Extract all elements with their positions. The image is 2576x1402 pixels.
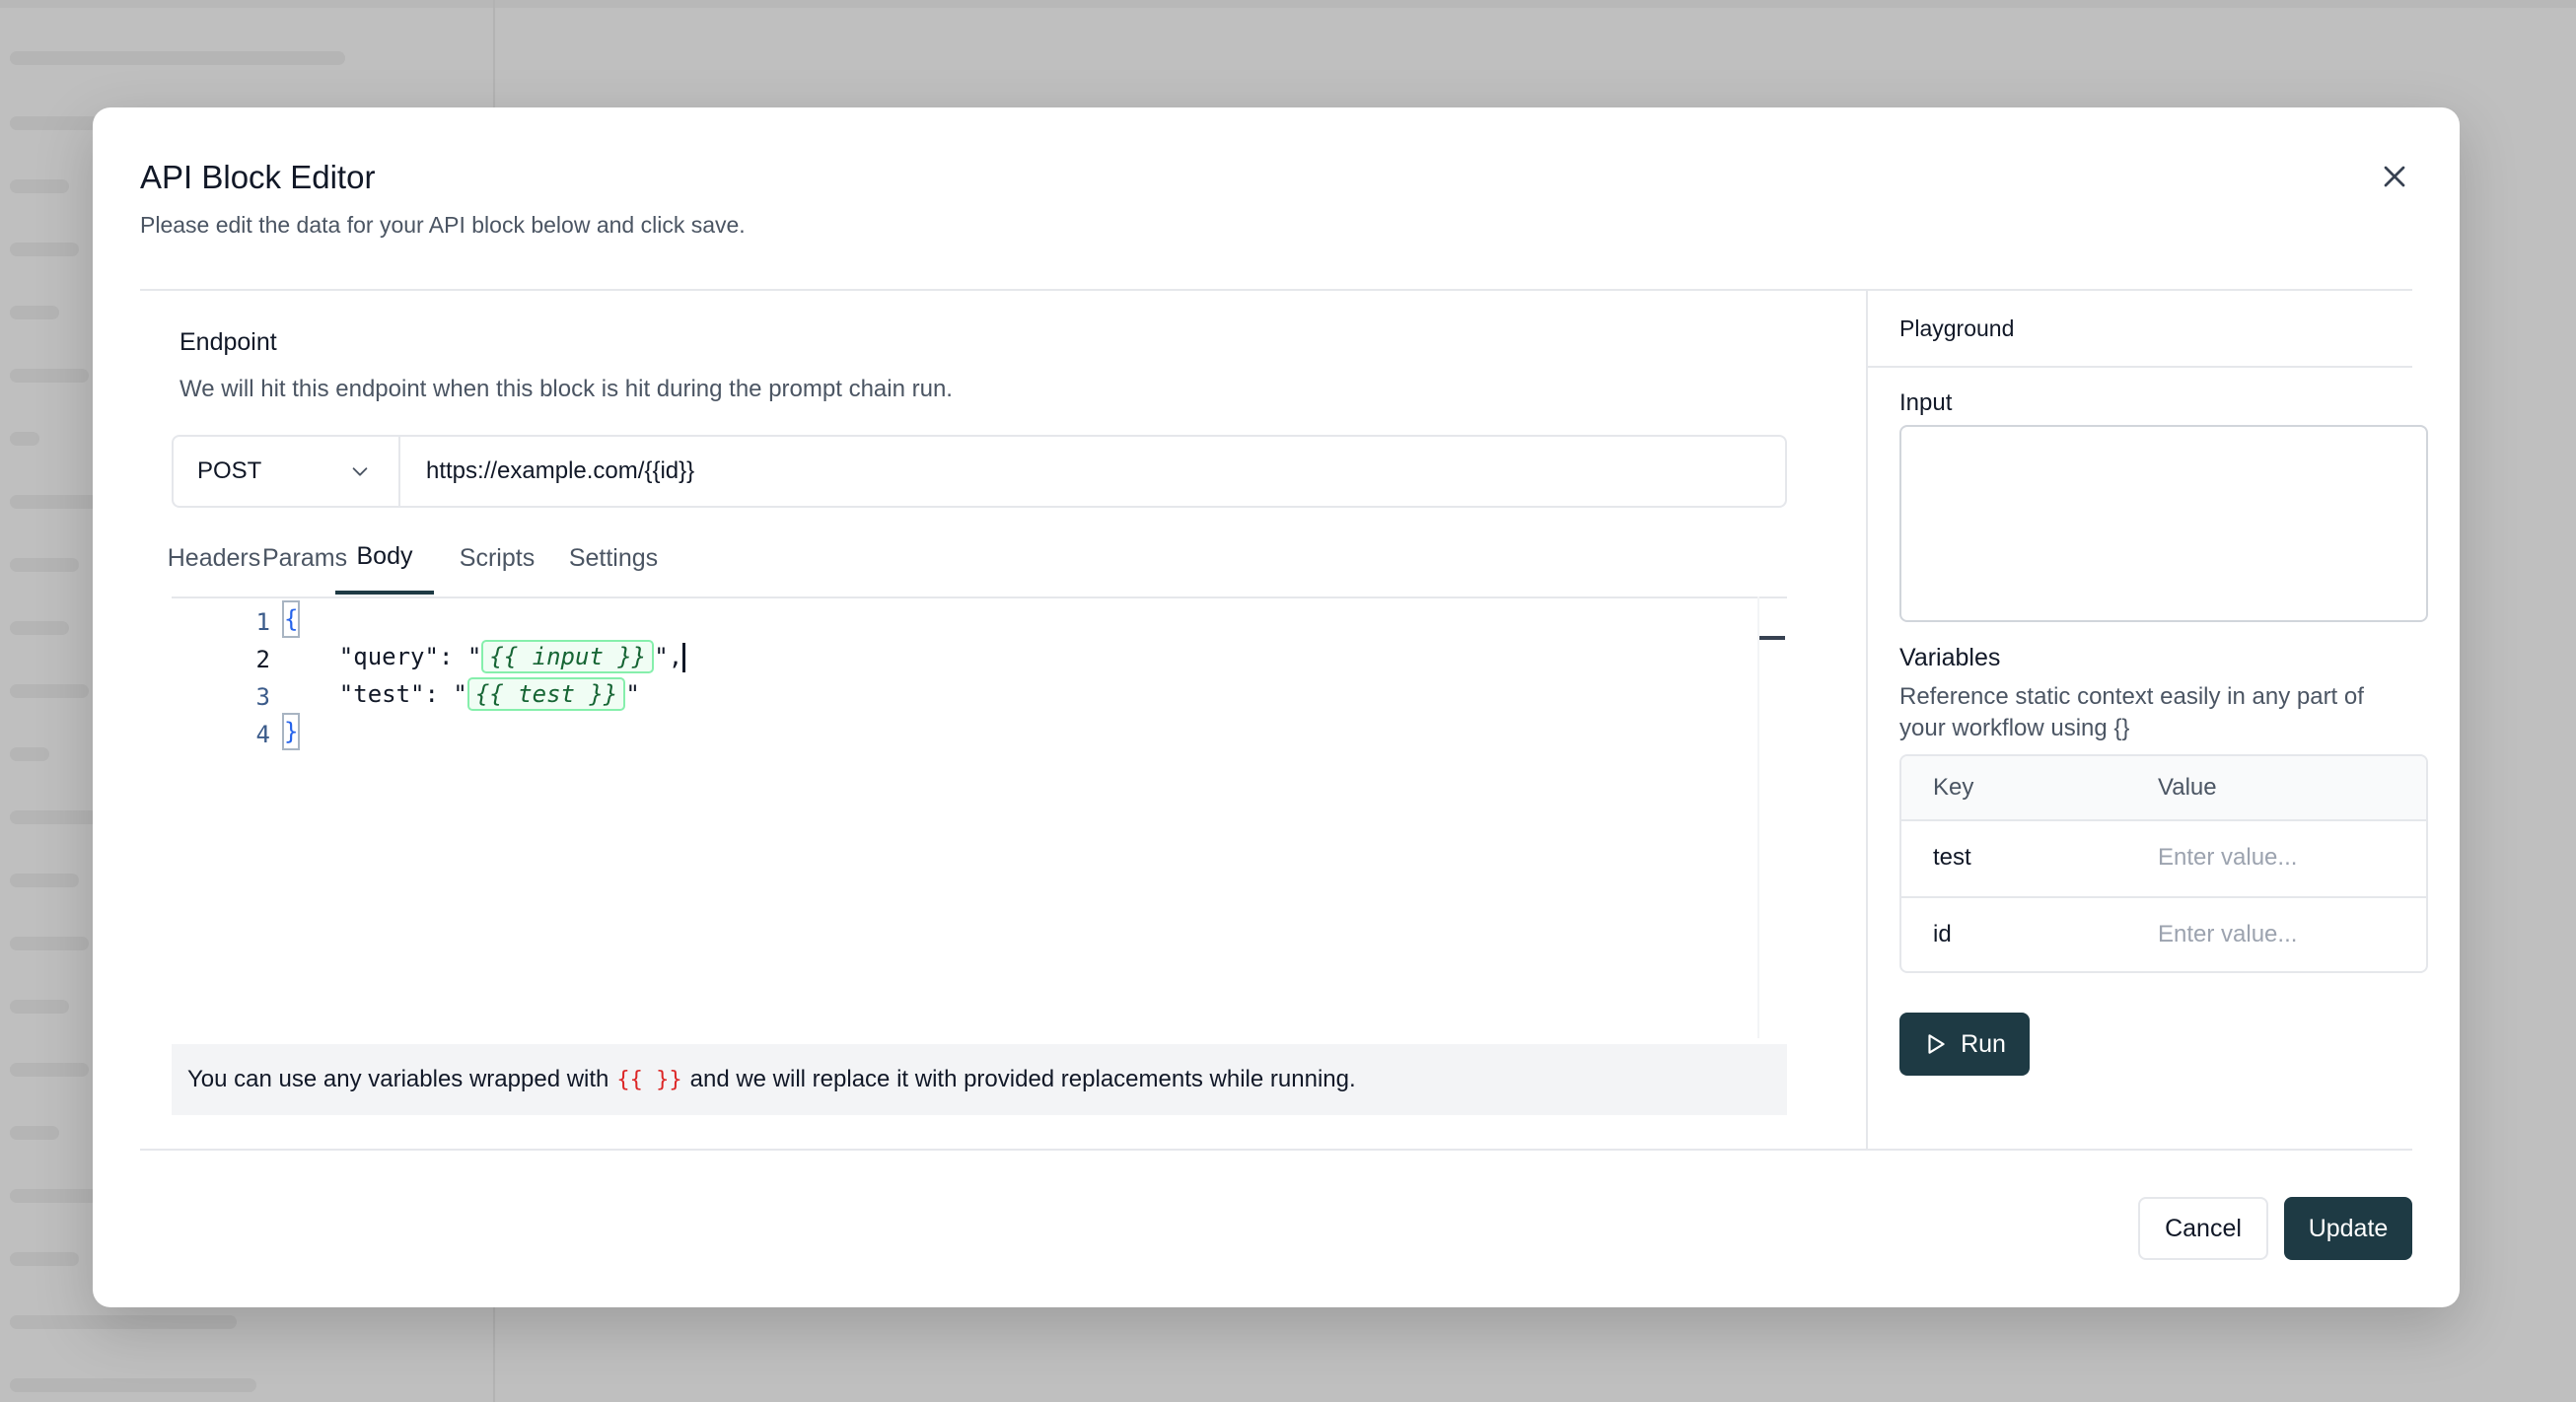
- body-code-editor[interactable]: 1 2 3 4 { "query": "{{ input }} ", "test"…: [172, 596, 1787, 1038]
- variable-key: test: [1933, 844, 1971, 871]
- endpoint-url-row: POST: [172, 435, 1787, 508]
- table-row: id: [1901, 896, 2426, 971]
- line-number: 3: [255, 683, 270, 711]
- endpoint-description: We will hit this endpoint when this bloc…: [179, 376, 953, 402]
- playground-panel: Playground Input Variables Reference sta…: [1868, 291, 2428, 1149]
- line-number: 4: [255, 721, 270, 748]
- endpoint-url-input[interactable]: [402, 437, 1785, 506]
- variable-key: id: [1933, 921, 1952, 947]
- text-cursor: [682, 643, 686, 672]
- background-placeholder: [10, 243, 79, 256]
- variables-hint: You can use any variables wrapped with {…: [172, 1044, 1787, 1115]
- code-line: }: [282, 713, 301, 750]
- tab-scripts[interactable]: Scripts: [448, 522, 546, 595]
- http-method-value: POST: [197, 457, 262, 484]
- background-placeholder: [10, 1189, 99, 1203]
- close-button[interactable]: [2377, 159, 2412, 194]
- background-placeholder: [10, 810, 99, 824]
- tab-body[interactable]: Body: [335, 522, 434, 595]
- background-placeholder: [10, 1126, 59, 1140]
- column-header-key: Key: [1933, 774, 1974, 801]
- background-placeholder: [10, 558, 79, 572]
- variable-value-cell: [2158, 819, 2416, 896]
- tab-headers[interactable]: Headers: [168, 522, 261, 595]
- api-block-editor-dialog: API Block Editor Please edit the data fo…: [93, 107, 2460, 1307]
- editor-scrollbar[interactable]: [1757, 596, 1787, 1038]
- request-tabs: Headers Params Body Scripts Settings: [168, 522, 1787, 598]
- background-placeholder: [10, 621, 69, 635]
- open-brace: {: [282, 600, 301, 638]
- variables-description: Reference static context easily in any p…: [1899, 683, 2364, 741]
- dialog-title: API Block Editor: [140, 159, 376, 195]
- background-placeholder: [10, 937, 89, 950]
- run-button-label: Run: [1961, 1029, 2006, 1058]
- dialog-content: Endpoint We will hit this endpoint when …: [140, 289, 2428, 1151]
- http-method-select[interactable]: POST: [174, 437, 400, 506]
- background-placeholder: [10, 179, 69, 193]
- json-key-test: "test": ": [282, 680, 467, 708]
- background-placeholder: [10, 495, 99, 509]
- variables-label: Variables: [1899, 644, 2001, 671]
- close-brace: }: [282, 713, 301, 750]
- play-icon: [1928, 1034, 1945, 1054]
- background-placeholder: [10, 747, 49, 761]
- run-button[interactable]: Run: [1899, 1013, 2030, 1076]
- code-line: "test": "{{ test }} ": [282, 675, 640, 713]
- input-label: Input: [1899, 389, 1953, 416]
- endpoint-panel: Endpoint We will hit this endpoint when …: [140, 291, 1868, 1149]
- background-placeholder: [10, 432, 39, 446]
- template-variable-input: {{ input }}: [481, 640, 655, 673]
- column-header-value: Value: [2158, 774, 2217, 801]
- background-placeholder: [10, 116, 99, 130]
- playground-title: Playground: [1868, 291, 2412, 368]
- scrollbar-thumb[interactable]: [1759, 636, 1785, 640]
- hint-braces: {{ }}: [616, 1067, 682, 1092]
- background-placeholder: [10, 306, 59, 319]
- variable-value-cell: [2158, 896, 2416, 971]
- variable-value-input[interactable]: [2158, 844, 2416, 872]
- code-line: "query": "{{ input }} ",: [282, 638, 686, 675]
- tab-params[interactable]: Params: [262, 522, 347, 595]
- table-row: test: [1901, 819, 2426, 898]
- background-placeholder: [10, 1315, 237, 1329]
- close-icon: [2384, 166, 2405, 187]
- variables-table: Key Value test id: [1899, 754, 2428, 973]
- background-placeholder: [10, 369, 89, 383]
- background-placeholder: [10, 51, 345, 65]
- json-key-query: "query": ": [282, 643, 482, 670]
- line-number: 2: [255, 646, 270, 673]
- template-variable-test: {{ test }}: [466, 677, 626, 711]
- background-placeholder: [10, 1000, 69, 1014]
- background-placeholder: [10, 1378, 256, 1392]
- line-number: 1: [255, 608, 270, 636]
- dialog-subtitle: Please edit the data for your API block …: [140, 212, 746, 238]
- playground-input[interactable]: [1899, 425, 2428, 622]
- table-header-row: Key Value: [1901, 756, 2426, 821]
- code-line: {: [282, 600, 301, 638]
- update-button[interactable]: Update: [2284, 1197, 2412, 1260]
- cancel-button[interactable]: Cancel: [2138, 1197, 2268, 1260]
- variable-value-input[interactable]: [2158, 921, 2416, 948]
- tab-settings[interactable]: Settings: [562, 522, 665, 595]
- hint-text-before: You can use any variables wrapped with: [187, 1066, 609, 1092]
- background-placeholder: [10, 1063, 89, 1077]
- json-punctuation: ",: [654, 643, 683, 670]
- hint-text-after: and we will replace it with provided rep…: [689, 1066, 1356, 1092]
- background-placeholder: [10, 684, 89, 698]
- json-punctuation: ": [625, 680, 640, 708]
- background-placeholder: [10, 1252, 79, 1266]
- background-placeholder: [10, 874, 79, 887]
- chevron-down-icon: [352, 467, 368, 476]
- endpoint-label: Endpoint: [179, 328, 277, 356]
